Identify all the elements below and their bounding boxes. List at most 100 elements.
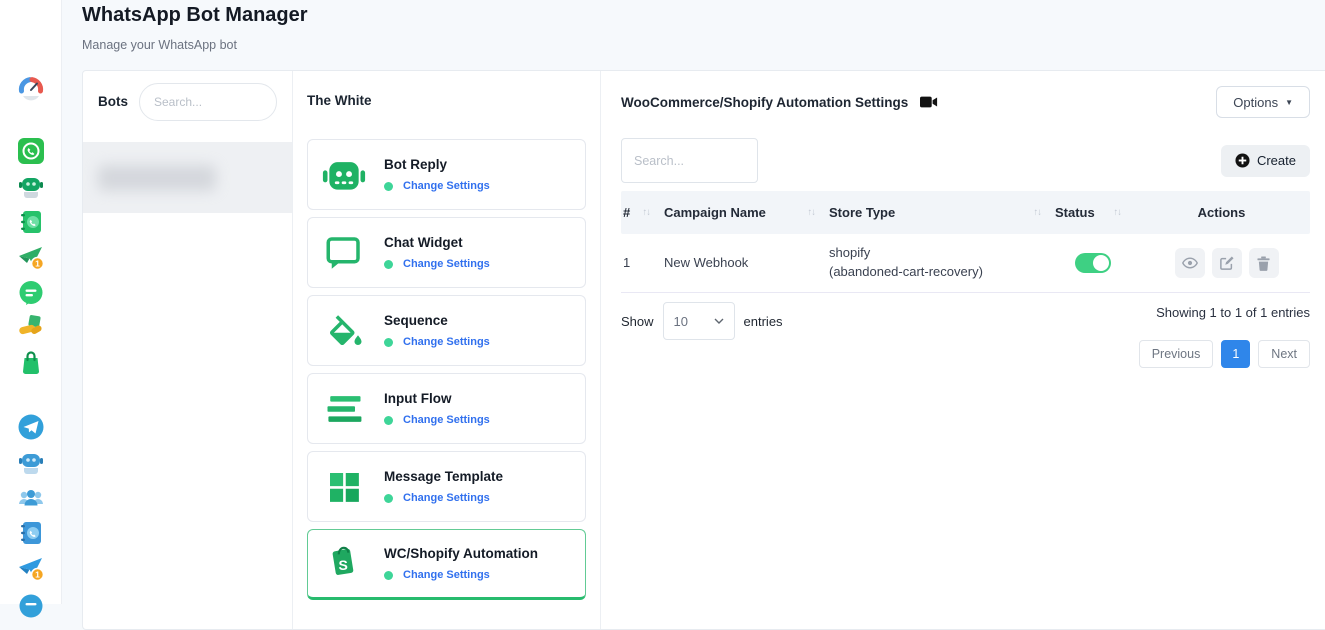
table-row: 1 New Webhook shopify (abandoned-cart-re…	[621, 234, 1310, 293]
telegram-icon[interactable]	[17, 413, 45, 441]
bot-features-panel: The White Bot Reply	[293, 71, 601, 629]
edit-button[interactable]	[1212, 248, 1242, 278]
shopping-bag-icon[interactable]	[17, 349, 45, 377]
feature-title: Chat Widget	[384, 235, 490, 250]
robot-green-icon[interactable]	[17, 172, 45, 200]
feature-card-bot-reply[interactable]: Bot Reply Change Settings	[307, 139, 586, 210]
main-content: WhatsApp Bot Manager Manage your WhatsAp…	[62, 0, 1325, 604]
chat-green-icon[interactable]	[17, 279, 45, 307]
automation-table: #↑↓ Campaign Name↑↓ Store Type↑↓ Status↑…	[621, 191, 1310, 293]
send-green-badge-icon[interactable]: 1	[17, 243, 45, 271]
status-dot	[384, 416, 393, 425]
feature-card-sequence[interactable]: Sequence Change Settings	[307, 295, 586, 366]
column-header-store-type[interactable]: Store Type↑↓	[827, 205, 1053, 220]
bots-panel-title: Bots	[98, 83, 128, 121]
bot-name-redacted	[98, 165, 216, 191]
campaign-name-cell: New Webhook	[662, 254, 827, 273]
bot-name-title: The White	[307, 93, 586, 108]
status-dot	[384, 260, 393, 269]
table-header-row: #↑↓ Campaign Name↑↓ Store Type↑↓ Status↑…	[621, 191, 1310, 234]
feature-title: Bot Reply	[384, 157, 490, 172]
whatsapp-icon[interactable]	[17, 137, 45, 165]
feature-title: Message Template	[384, 469, 503, 484]
page-title: WhatsApp Bot Manager	[82, 4, 308, 27]
shopify-bag-icon: S	[321, 541, 367, 587]
change-settings-link[interactable]: Change Settings	[403, 180, 490, 192]
lines-icon	[321, 386, 367, 432]
robot-blue-icon[interactable]	[17, 448, 45, 476]
table-search-input[interactable]	[621, 138, 758, 183]
feature-card-message-template[interactable]: Message Template Change Settings	[307, 451, 586, 522]
page-1-button[interactable]: 1	[1221, 340, 1250, 368]
pagination: Previous 1 Next	[1139, 340, 1310, 368]
paint-bucket-icon	[321, 308, 367, 354]
bots-search-input[interactable]	[139, 83, 277, 121]
change-settings-link[interactable]: Change Settings	[403, 414, 490, 426]
grid-icon	[321, 464, 367, 510]
status-cell	[1053, 253, 1133, 273]
page-subtitle: Manage your WhatsApp bot	[82, 38, 237, 52]
robot-icon	[321, 152, 367, 198]
svg-text:S: S	[338, 557, 347, 573]
column-header-status[interactable]: Status↑↓	[1053, 205, 1133, 220]
feature-card-input-flow[interactable]: Input Flow Change Settings	[307, 373, 586, 444]
next-page-button[interactable]: Next	[1258, 340, 1310, 368]
table-summary: Showing 1 to 1 of 1 entries	[1156, 305, 1310, 320]
change-settings-link[interactable]: Change Settings	[403, 569, 490, 581]
bots-panel: Bots	[83, 71, 293, 629]
store-type-cell: shopify (abandoned-cart-recovery)	[827, 244, 1053, 282]
chevron-down-icon	[714, 318, 724, 324]
eye-icon	[1182, 257, 1198, 269]
send-blue-badge-icon[interactable]: 1	[17, 554, 45, 582]
trash-icon	[1257, 256, 1270, 271]
column-header-campaign[interactable]: Campaign Name↑↓	[662, 205, 827, 220]
contacts-green-icon[interactable]	[17, 208, 45, 236]
feature-card-chat-widget[interactable]: Chat Widget Change Settings	[307, 217, 586, 288]
dashboard-gauge-icon[interactable]	[17, 75, 45, 103]
feature-card-wc-shopify[interactable]: S WC/Shopify Automation Change Settings	[307, 529, 586, 600]
plus-circle-icon	[1235, 153, 1250, 168]
create-button[interactable]: Create	[1221, 145, 1310, 177]
feature-title: WC/Shopify Automation	[384, 546, 538, 561]
contacts-blue-icon[interactable]	[17, 519, 45, 547]
feature-title: Input Flow	[384, 391, 490, 406]
actions-cell	[1133, 248, 1310, 278]
status-toggle[interactable]	[1075, 253, 1111, 273]
options-button[interactable]: Options ▼	[1216, 86, 1310, 118]
status-dot	[384, 571, 393, 580]
bot-list-item-selected[interactable]	[83, 142, 292, 213]
panel-title: WooCommerce/Shopify Automation Settings	[621, 95, 908, 110]
change-settings-link[interactable]: Change Settings	[403, 336, 490, 348]
entries-label: entries	[744, 314, 783, 329]
sort-icon: ↑↓	[643, 207, 651, 218]
feature-title: Sequence	[384, 313, 490, 328]
status-dot	[384, 494, 393, 503]
sort-icon: ↑↓	[808, 207, 816, 218]
app-icon-sidebar: 1	[0, 0, 62, 604]
edit-icon	[1220, 256, 1234, 270]
sort-icon: ↑↓	[1034, 207, 1042, 218]
status-dot	[384, 182, 393, 191]
column-header-num[interactable]: #↑↓	[621, 205, 662, 220]
svg-text:1: 1	[35, 259, 40, 269]
column-header-actions: Actions	[1133, 205, 1310, 220]
change-settings-link[interactable]: Change Settings	[403, 258, 490, 270]
chat-bubble-icon	[321, 230, 367, 276]
view-button[interactable]	[1175, 248, 1205, 278]
users-blue-icon[interactable]	[17, 484, 45, 512]
status-dot	[384, 338, 393, 347]
manager-card: Bots The White	[82, 70, 1325, 630]
delete-button[interactable]	[1249, 248, 1279, 278]
sort-icon: ↑↓	[1114, 207, 1122, 218]
change-settings-link[interactable]: Change Settings	[403, 492, 490, 504]
partnership-icon[interactable]	[17, 313, 45, 341]
page-size-select[interactable]: 10	[663, 302, 735, 340]
automation-settings-panel: WooCommerce/Shopify Automation Settings …	[601, 71, 1325, 629]
video-camera-icon[interactable]	[920, 96, 938, 108]
svg-text:1: 1	[35, 570, 40, 580]
row-number: 1	[621, 254, 662, 273]
chat-blue-icon[interactable]	[17, 592, 45, 620]
previous-page-button[interactable]: Previous	[1139, 340, 1214, 368]
chevron-down-icon: ▼	[1285, 98, 1293, 107]
show-label: Show	[621, 314, 654, 329]
